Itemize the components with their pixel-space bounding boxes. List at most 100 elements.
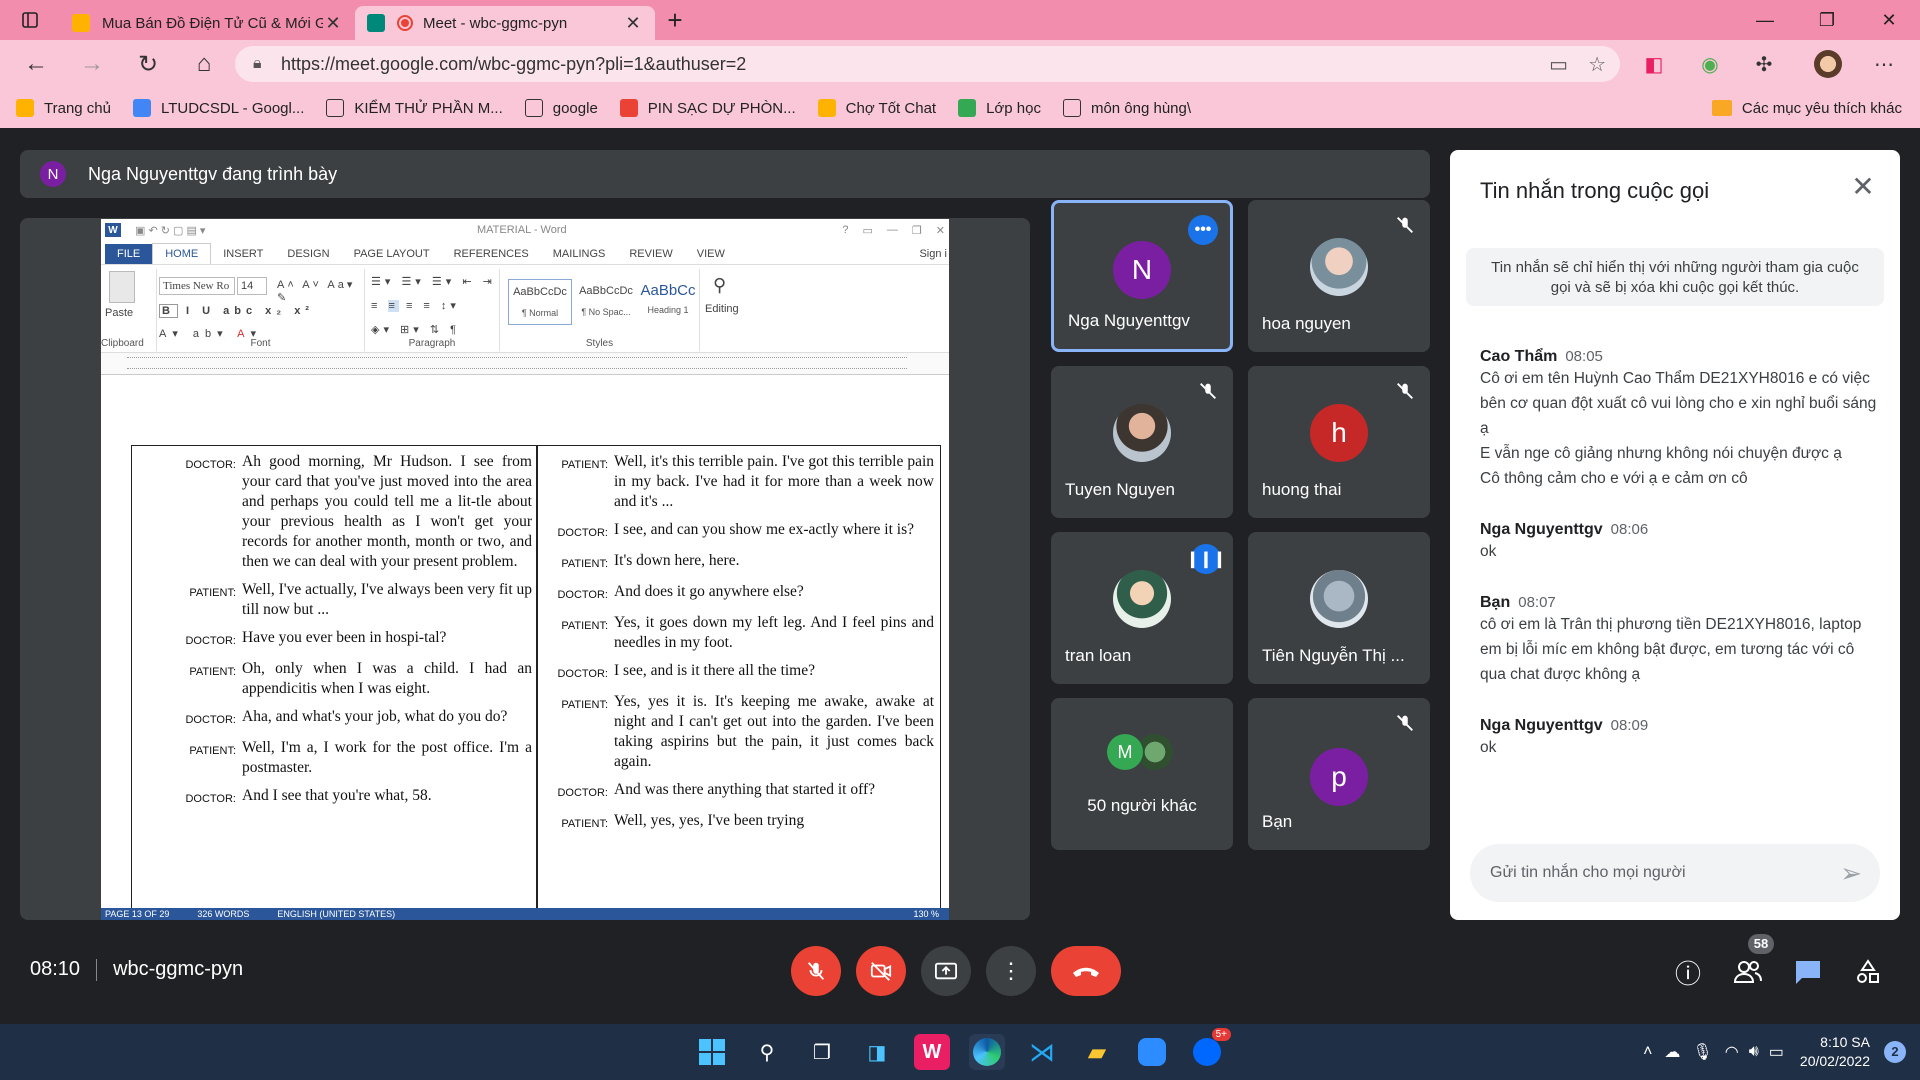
bookmark-item[interactable]: LTUDCSDL - Googl...	[132, 99, 305, 117]
tab-actions-icon[interactable]	[0, 0, 60, 40]
browser-menu-icon[interactable]: ⋯	[1864, 40, 1904, 88]
meet-favicon-icon	[367, 14, 385, 32]
utterance-text: Well, it's this terrible pain. I've got …	[614, 453, 934, 510]
participant-name: Tuyen Nguyen	[1065, 480, 1175, 499]
present-screen-button[interactable]	[921, 946, 971, 996]
participant-tile[interactable]: ❙❙❙ tran loan	[1051, 532, 1233, 684]
presenter-banner: N Nga Nguyenttgv đang trình bày	[20, 150, 1430, 198]
message-sender: Bạn	[1480, 594, 1511, 611]
restore-icon[interactable]: ❐	[1796, 0, 1858, 40]
people-icon[interactable]	[1728, 952, 1768, 992]
dialogue-line: DOCTOR: And does it go anywhere else?	[544, 582, 934, 605]
new-tab-button[interactable]: +	[655, 5, 695, 36]
extensions-puzzle-icon[interactable]: ✣	[1744, 40, 1784, 88]
bookmark-item[interactable]: google	[524, 99, 598, 117]
chat-message: Cao Thẩm 08:05 Cô ơi em tên Huỳnh Cao Thẩm…	[1480, 348, 1880, 491]
style-no-spacing: AaBbCcDc ¶ No Spac...	[574, 279, 638, 325]
url-field[interactable]: 🔒︎ https://meet.google.com/wbc-ggmc-pyn?…	[235, 46, 1620, 82]
favorite-star-icon[interactable]: ☆	[1588, 52, 1606, 77]
back-icon[interactable]: ←	[8, 40, 64, 88]
word-document: DOCTOR: Ah good morning, Mr Hudson. I see…	[101, 415, 949, 915]
reload-icon[interactable]: ↻	[120, 40, 176, 88]
other-bookmarks[interactable]: Các mục yêu thích khác	[1711, 88, 1902, 128]
group-label: Paragraph	[408, 338, 456, 349]
status-language: ENGLISH (UNITED STATES)	[277, 909, 396, 919]
activities-icon[interactable]	[1848, 952, 1888, 992]
send-icon[interactable]: ➢	[1840, 858, 1862, 889]
bookmark-item[interactable]: Chợ Tốt Chat	[817, 99, 936, 117]
notification-badge[interactable]: 2	[1884, 1041, 1906, 1063]
file-explorer-icon[interactable]: ▰	[1079, 1034, 1115, 1070]
start-icon[interactable]	[694, 1034, 730, 1070]
bookmark-item[interactable]: môn ông hùng\	[1062, 99, 1191, 117]
group-label: Font	[250, 338, 271, 349]
chat-title: Tin nhắn trong cuộc gọi	[1480, 178, 1710, 203]
search-icon[interactable]: ⚲	[749, 1034, 785, 1070]
bookmark-item[interactable]: Lớp học	[958, 99, 1041, 117]
cloud-icon[interactable]: ☁	[1664, 1042, 1680, 1062]
bookmark-item[interactable]: Trang chủ	[16, 99, 111, 117]
chevron-up-icon[interactable]: ˄	[1643, 1043, 1652, 1061]
close-tab-icon[interactable]: ✕	[323, 13, 343, 34]
status-page: PAGE 13 OF 29	[105, 909, 170, 919]
task-view-icon[interactable]: ❐	[804, 1034, 840, 1070]
camera-off-button[interactable]	[856, 946, 906, 996]
self-tile[interactable]: p Bạn	[1248, 698, 1430, 850]
participant-tile[interactable]: Tiên Nguyễn Thị ...	[1248, 532, 1430, 684]
chat-message: Bạn 08:07 cô ơi em là Trân thị phương tiền…	[1480, 594, 1880, 687]
message-sender: Nga Nguyenttgv	[1480, 521, 1603, 538]
leave-call-button[interactable]	[1051, 946, 1121, 996]
profile-avatar[interactable]	[1808, 40, 1848, 88]
message-header: Nga Nguyenttgv 08:09	[1480, 717, 1880, 735]
vscode-icon[interactable]: ⋊	[1024, 1034, 1060, 1070]
chat-icon[interactable]	[1788, 952, 1828, 992]
status-zoom: 130 %	[913, 909, 939, 919]
extension-translate-icon[interactable]: ◧	[1634, 40, 1674, 88]
message-header: Cao Thẩm 08:05	[1480, 348, 1880, 366]
speaker-label: PATIENT:	[189, 745, 236, 757]
message-text: Cô thông cảm cho e với ạ e cảm ơn cô	[1480, 470, 1748, 487]
meeting-details-icon[interactable]: ⓘ	[1668, 952, 1708, 992]
close-chat-icon[interactable]: ✕	[1848, 172, 1878, 202]
zalo-icon[interactable]: 5+	[1189, 1028, 1231, 1070]
clock[interactable]: 8:10 SA 20/02/2022	[1800, 1033, 1870, 1071]
close-window-icon[interactable]: ✕	[1858, 0, 1920, 40]
participant-tile[interactable]: hoa nguyen	[1248, 200, 1430, 352]
participant-count-badge: 58	[1748, 934, 1774, 954]
bookmark-label: LTUDCSDL - Googl...	[160, 99, 305, 117]
chat-input[interactable]: Gửi tin nhắn cho mọi người ➢	[1470, 844, 1880, 902]
camera-permission-icon[interactable]: ▭	[1549, 52, 1568, 77]
utterance-text: Yes, yes it is. It's keeping me awake, a…	[614, 693, 934, 770]
participant-tile[interactable]: Tuyen Nguyen	[1051, 366, 1233, 518]
avatar: h	[1310, 404, 1368, 462]
avatar: N	[1113, 241, 1171, 299]
zoom-icon[interactable]	[1134, 1034, 1170, 1070]
tab-cho-tot[interactable]: Mua Bán Đồ Điện Tử Cũ & Mới Giá Tốt ✕	[60, 6, 355, 40]
battery-icon[interactable]: ▭	[1769, 1042, 1784, 1062]
bookmark-item[interactable]: PIN SẠC DỰ PHÒN...	[619, 99, 796, 117]
mic-off-button[interactable]	[791, 946, 841, 996]
widgets-icon[interactable]: ◨	[859, 1034, 895, 1070]
minimize-icon[interactable]: —	[1734, 0, 1796, 40]
message-text: E vẫn nge cô giảng nhưng không nói chuyệ…	[1480, 445, 1842, 462]
participant-tile[interactable]: h huong thai	[1248, 366, 1430, 518]
more-options-icon[interactable]: •••	[1188, 215, 1218, 245]
others-tile[interactable]: M 50 người khác	[1051, 698, 1233, 850]
more-options-button[interactable]: ⋮	[986, 946, 1036, 996]
word-tab-page-layout: PAGE LAYOUT	[353, 248, 430, 260]
wifi-icon[interactable]: ◠	[1725, 1042, 1739, 1062]
tab-meet[interactable]: Meet - wbc-ggmc-pyn ✕	[355, 6, 655, 40]
mic-icon[interactable]: 🎙︎	[1692, 1042, 1712, 1062]
utterance-text: And does it go anywhere else?	[614, 583, 804, 600]
edge-icon[interactable]	[969, 1034, 1005, 1070]
extension-globe-icon[interactable]: ◉	[1690, 40, 1730, 88]
participant-tile[interactable]: N ••• Nga Nguyenttgv	[1051, 200, 1233, 352]
home-icon[interactable]: ⌂	[176, 40, 232, 88]
close-tab-icon[interactable]: ✕	[623, 13, 643, 34]
wamp-icon[interactable]: W	[914, 1034, 950, 1070]
word-tab-references: REFERENCES	[453, 248, 529, 260]
word-title-bar: W ▣ ↶ ↻ ▢ ▤ ▾ MATERIAL - Word ? ▭ — ❐ ✕	[101, 219, 949, 241]
forward-icon[interactable]: →	[64, 40, 120, 88]
volume-icon[interactable]: 🔊︎	[1749, 1043, 1759, 1061]
bookmark-item[interactable]: KIỂM THỬ PHẦN M...	[326, 99, 503, 117]
